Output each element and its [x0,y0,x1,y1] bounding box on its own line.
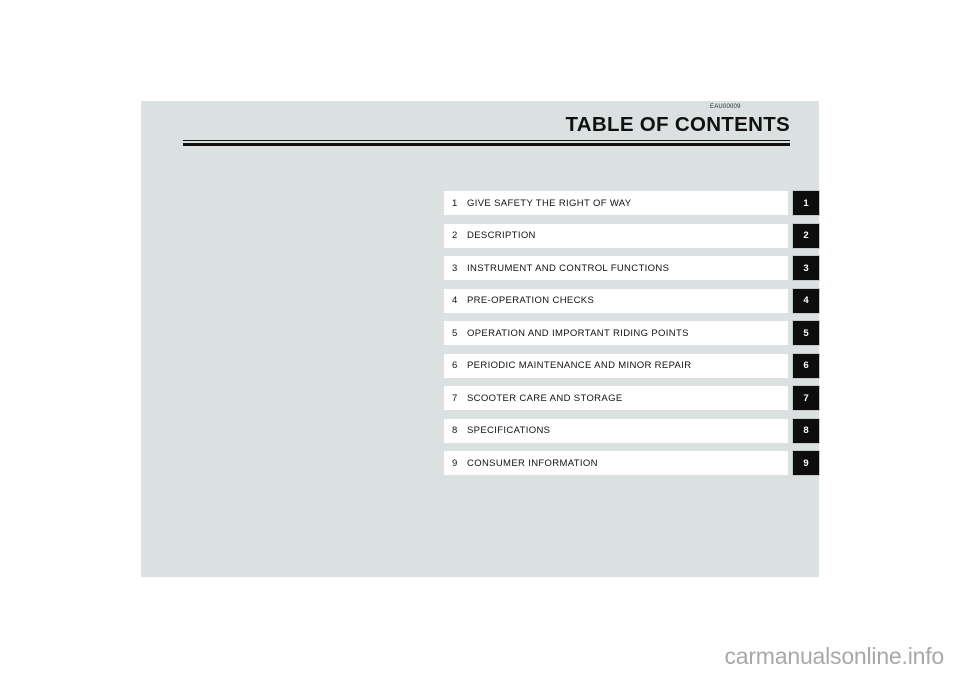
toc-chapter-tab[interactable]: 5 [793,321,819,345]
toc-entry-label: OPERATION AND IMPORTANT RIDING POINTS [467,327,689,339]
table-row[interactable]: 7 SCOOTER CARE AND STORAGE 7 [444,386,819,410]
toc-chapter-tab[interactable]: 2 [793,223,819,248]
toc-entry-label: GIVE SAFETY THE RIGHT OF WAY [467,197,632,209]
page-title: TABLE OF CONTENTS [565,113,790,136]
manual-page: EAU00009 TABLE OF CONTENTS 1 GIVE SAFETY… [141,101,819,577]
toc-entry-number: 5 [452,327,458,339]
toc-entry-number: 1 [452,197,458,209]
title-divider [183,140,790,146]
toc-entry-label: DESCRIPTION [467,230,536,241]
toc-chapter-tab[interactable]: 3 [793,256,819,280]
toc-chapter-tab[interactable]: 4 [793,288,819,313]
table-row[interactable]: 1 GIVE SAFETY THE RIGHT OF WAY 1 [444,191,819,215]
toc-entry-label: INSTRUMENT AND CONTROL FUNCTIONS [467,262,670,274]
site-watermark: carmanualsonline.info [724,643,944,669]
toc-chapter-tab[interactable]: 1 [793,191,819,215]
toc-entry[interactable]: 7 SCOOTER CARE AND STORAGE [444,386,788,410]
table-of-contents-list: 1 GIVE SAFETY THE RIGHT OF WAY 1 2 DESCR… [444,191,819,484]
document-code: EAU00009 [710,104,741,110]
toc-entry-label: PRE-OPERATION CHECKS [467,295,595,306]
toc-chapter-tab[interactable]: 7 [793,386,819,410]
toc-entry-number: 2 [452,230,458,241]
divider-thin-line [183,140,790,141]
toc-entry[interactable]: 6 PERIODIC MAINTENANCE AND MINOR REPAIR [444,353,788,378]
toc-entry[interactable]: 9 CONSUMER INFORMATION [444,451,788,475]
toc-chapter-tab[interactable]: 6 [793,353,819,378]
toc-entry[interactable]: 4 PRE-OPERATION CHECKS [444,288,788,313]
toc-entry[interactable]: 3 INSTRUMENT AND CONTROL FUNCTIONS [444,256,788,280]
toc-entry-label: PERIODIC MAINTENANCE AND MINOR REPAIR [467,360,692,371]
table-row[interactable]: 2 DESCRIPTION 2 [444,223,819,248]
toc-entry-number: 3 [452,262,458,274]
toc-entry[interactable]: 5 OPERATION AND IMPORTANT RIDING POINTS [444,321,788,345]
toc-entry-number: 4 [452,295,458,306]
toc-entry-number: 9 [452,457,458,469]
toc-entry-label: SCOOTER CARE AND STORAGE [467,392,623,404]
table-row[interactable]: 5 OPERATION AND IMPORTANT RIDING POINTS … [444,321,819,345]
toc-entry-number: 8 [452,425,458,436]
table-row[interactable]: 9 CONSUMER INFORMATION 9 [444,451,819,475]
toc-entry[interactable]: 1 GIVE SAFETY THE RIGHT OF WAY [444,191,788,215]
toc-entry[interactable]: 8 SPECIFICATIONS [444,418,788,443]
toc-entry[interactable]: 2 DESCRIPTION [444,223,788,248]
toc-chapter-tab[interactable]: 9 [793,451,819,475]
table-row[interactable]: 3 INSTRUMENT AND CONTROL FUNCTIONS 3 [444,256,819,280]
toc-entry-label: SPECIFICATIONS [467,425,551,436]
toc-entry-number: 7 [452,392,458,404]
table-row[interactable]: 8 SPECIFICATIONS 8 [444,418,819,443]
toc-entry-label: CONSUMER INFORMATION [467,457,598,469]
toc-chapter-tab[interactable]: 8 [793,418,819,443]
divider-thick-line [183,143,790,146]
table-row[interactable]: 6 PERIODIC MAINTENANCE AND MINOR REPAIR … [444,353,819,378]
toc-entry-number: 6 [452,360,458,371]
table-row[interactable]: 4 PRE-OPERATION CHECKS 4 [444,288,819,313]
